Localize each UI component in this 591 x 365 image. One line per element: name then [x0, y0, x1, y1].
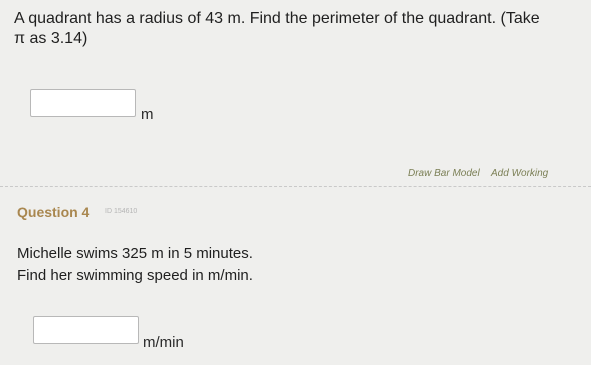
question-4-id: ID 154610 — [105, 208, 138, 215]
question-4-unit-label: m/min — [143, 334, 184, 351]
question-4-answer-input[interactable] — [33, 316, 139, 344]
question-4-heading: Question 4 — [17, 204, 90, 220]
question-3-answer-input[interactable] — [30, 89, 136, 117]
question-3-text-line-2: π as 3.14) — [14, 30, 88, 47]
question-3-unit-label: m — [141, 106, 154, 123]
question-divider — [0, 186, 591, 187]
add-working-button[interactable]: Add Working — [491, 168, 548, 179]
draw-bar-model-button[interactable]: Draw Bar Model — [408, 168, 480, 179]
question-3-text-line-1: A quadrant has a radius of 43 m. Find th… — [14, 10, 540, 27]
question-4-text-line-2: Find her swimming speed in m/min. — [17, 267, 253, 284]
question-4-text-line-1: Michelle swims 325 m in 5 minutes. — [17, 245, 253, 262]
